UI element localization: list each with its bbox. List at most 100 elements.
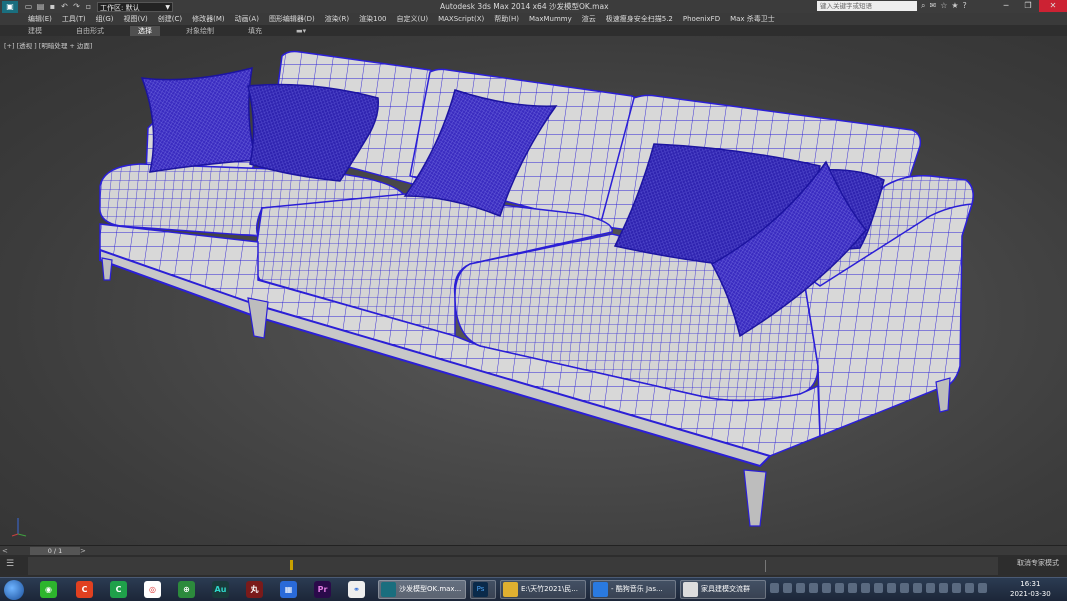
menu-maxscript[interactable]: MAXScript(X) [438,15,484,23]
workspace-select[interactable]: 工作区: 默认 ▼ [97,1,173,12]
tray-icon[interactable] [874,583,883,593]
clock-date: 2021-03-30 [1010,590,1051,598]
windows-taskbar: ◉ C C ◎ ⊕ Au 丸 ▦ Pr ⚭ 沙发模型OK.max... Ps E… [0,577,1067,601]
ribbon-tabs: 建模 自由形式 选择 对象绘制 填充 ▬▾ [0,25,1067,36]
filter-icon[interactable]: ☰ [6,559,14,569]
tray-icon[interactable] [978,583,987,593]
tray-icon[interactable] [796,583,805,593]
pillow-left-square [140,66,257,173]
window-controls: ─ ❐ ✕ [995,0,1067,12]
keyframe-marker[interactable] [290,560,293,570]
redo-icon[interactable]: ↷ [72,2,81,11]
chrome-icon[interactable]: ◎ [144,581,161,598]
close-icon[interactable]: ✕ [1039,0,1067,12]
app-grid-icon[interactable]: ▦ [280,581,297,598]
tray-icon[interactable] [926,583,935,593]
menu-slim-scan[interactable]: 极速瘦身安全扫描5.2 [606,14,673,24]
perspective-viewport[interactable]: [+] [透视 ] [明暗处理 + 边面] [0,36,1067,545]
task-explorer[interactable]: E:\天竹2021\民... [500,580,586,599]
menu-group[interactable]: 组(G) [96,14,114,24]
time-slider-next[interactable]: > [80,547,86,555]
tray-icon[interactable] [913,583,922,593]
tray-icon[interactable] [822,583,831,593]
tab-modeling[interactable]: 建模 [20,26,50,36]
minimize-icon[interactable]: ─ [995,0,1017,12]
leg-front-right [743,469,767,527]
open-file-icon[interactable]: ▤ [36,2,45,11]
menu-max-antivirus[interactable]: Max 杀毒卫士 [730,14,775,24]
favorites-icon[interactable]: ★ [951,1,958,11]
track-bar: ☰ 取消专家模式 [0,555,1067,577]
menu-views[interactable]: 视图(V) [124,14,148,24]
menu-graph-editors[interactable]: 图形编辑器(D) [269,14,315,24]
sofa-wireframe-model[interactable] [0,36,1067,545]
app-circle-icon[interactable]: ⊕ [178,581,195,598]
tray-icon[interactable] [770,583,779,593]
wechat-icon[interactable]: ◉ [40,581,57,598]
menu-renyun[interactable]: 渲云 [582,14,596,24]
tab-selection[interactable]: 选择 [130,25,160,36]
undo-icon[interactable]: ↶ [60,2,69,11]
menu-bar: 编辑(E) 工具(T) 组(G) 视图(V) 创建(C) 修改器(M) 动画(A… [0,13,1067,25]
time-slider-prev[interactable]: < [2,547,8,555]
task-photoshop[interactable]: Ps [470,580,496,599]
workspace-label: 工作区: 默认 [100,3,140,12]
search-input[interactable]: 键入关键字或短语 [817,1,917,11]
quick-access-toolbar: ▭ ▤ ▪ ↶ ↷ ▫ [24,2,93,11]
menu-customize[interactable]: 自定义(U) [397,14,429,24]
cancel-expert-mode-button[interactable]: 取消专家模式 [1017,558,1059,568]
tray-icon[interactable] [861,583,870,593]
binoculars-icon[interactable]: ⌕ [921,1,925,11]
start-button[interactable] [4,580,24,600]
task-label: E:\天竹2021\民... [521,585,578,593]
menu-render100[interactable]: 渲染100 [359,14,386,24]
tray-icon[interactable] [952,583,961,593]
tray-icon[interactable] [939,583,948,593]
tray-icon[interactable] [809,583,818,593]
ribbon-toggle-icon[interactable]: ▬▾ [288,27,314,35]
photoshop-icon: Ps [473,582,488,597]
communication-icon[interactable]: ☆ [940,1,947,11]
audition-icon[interactable]: Au [212,581,229,598]
clock[interactable]: 16:31 2021-03-30 [1010,579,1051,599]
help-icon[interactable]: ? [963,1,967,11]
project-folder-icon[interactable]: ▫ [84,2,93,11]
menu-edit[interactable]: 编辑(E) [28,14,52,24]
restore-icon[interactable]: ❐ [1017,0,1039,12]
task-qq-group[interactable]: 家具建模交流群 [680,580,766,599]
kugou-icon [593,582,608,597]
task-kugou[interactable]: - 酷狗音乐 Jas... [590,580,676,599]
axis-tripod-icon [11,518,27,537]
tray-icon[interactable] [900,583,909,593]
title-bar: ▣ ▭ ▤ ▪ ↶ ↷ ▫ 工作区: 默认 ▼ Autodesk 3ds Max… [0,0,1067,13]
tray-icon[interactable] [783,583,792,593]
app-green-icon[interactable]: C [110,581,127,598]
menu-animation[interactable]: 动画(A) [235,14,259,24]
tray-icon[interactable] [835,583,844,593]
tab-populate[interactable]: 填充 [240,26,270,36]
menu-create[interactable]: 创建(C) [158,14,182,24]
tab-freeform[interactable]: 自由形式 [68,26,112,36]
tray-icon[interactable] [848,583,857,593]
track-area[interactable] [28,557,998,575]
subscription-icon[interactable]: ✉ [929,1,936,11]
menu-help[interactable]: 帮助(H) [494,14,519,24]
tray-icon[interactable] [887,583,896,593]
save-icon[interactable]: ▪ [48,2,57,11]
menu-modifiers[interactable]: 修改器(M) [192,14,225,24]
premiere-icon[interactable]: Pr [314,581,331,598]
tray-icon[interactable] [965,583,974,593]
menu-phoenixfd[interactable]: PhoenixFD [683,15,720,23]
task-3dsmax[interactable]: 沙发模型OK.max... [378,580,466,599]
menu-rendering[interactable]: 渲染(R) [325,14,349,24]
app-red-icon[interactable]: C [76,581,93,598]
time-slider-thumb[interactable]: 0 / 1 [30,547,80,555]
new-file-icon[interactable]: ▭ [24,2,33,11]
app-share-icon[interactable]: ⚭ [348,581,365,598]
folder-icon [503,582,518,597]
app-wan-icon[interactable]: 丸 [246,581,263,598]
menu-tools[interactable]: 工具(T) [62,14,86,24]
app-icon[interactable]: ▣ [2,0,18,13]
tab-object-paint[interactable]: 对象绘制 [178,26,222,36]
menu-maxmummy[interactable]: MaxMummy [529,15,572,23]
